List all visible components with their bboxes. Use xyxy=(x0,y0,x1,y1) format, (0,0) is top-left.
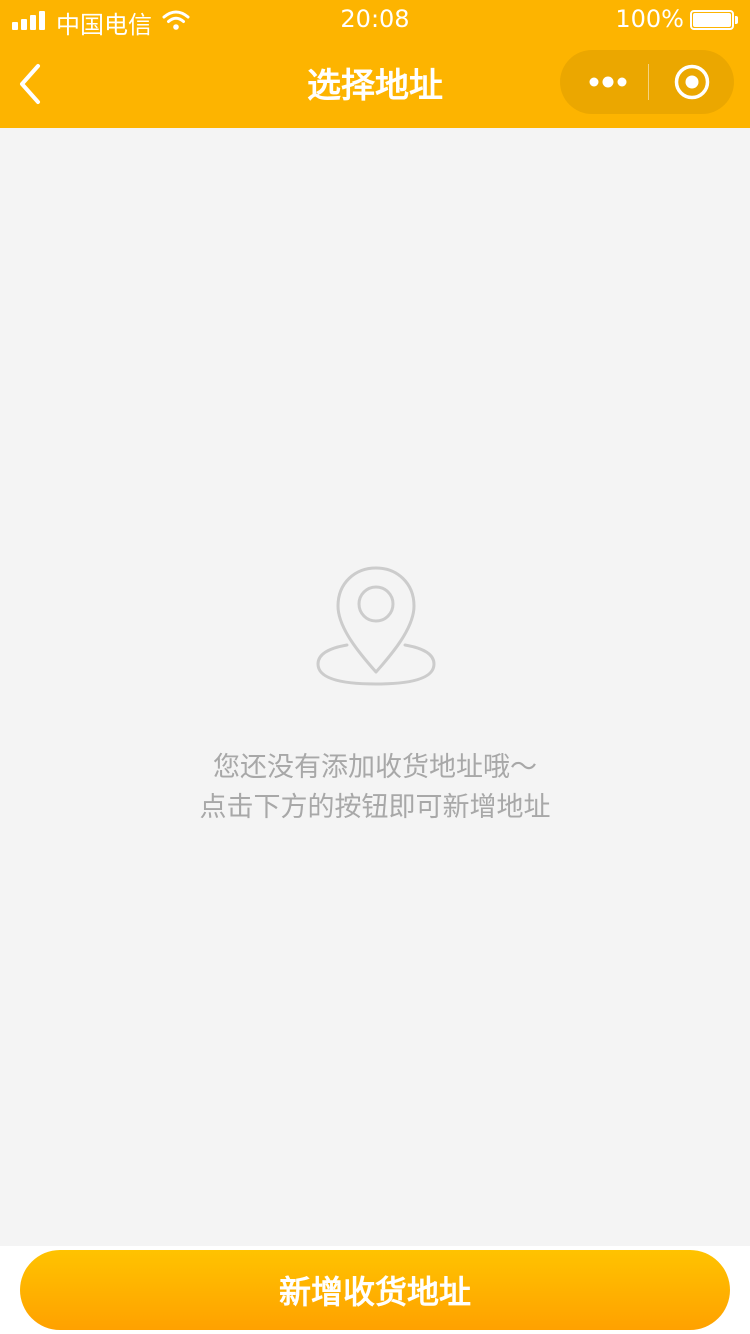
status-bar: 中国电信 20:08 100% xyxy=(0,0,750,40)
battery-icon xyxy=(690,10,738,30)
navigation-bar: 中国电信 20:08 100% 选择地址 xyxy=(0,0,750,128)
location-pin-icon xyxy=(316,566,436,686)
empty-state-message: 您还没有添加收货地址哦～ 点击下方的按钮即可新增地址 xyxy=(0,748,750,828)
capsule-divider xyxy=(648,64,649,100)
add-address-button[interactable]: 新增收货地址 xyxy=(20,1250,730,1330)
battery-percent: 100% xyxy=(615,5,684,33)
empty-state-line-2: 点击下方的按钮即可新增地址 xyxy=(199,792,551,823)
more-dots-icon[interactable] xyxy=(588,70,628,94)
empty-state-line-1: 您还没有添加收货地址哦～ xyxy=(213,752,537,783)
mini-program-capsule xyxy=(560,50,734,114)
target-circle-icon[interactable] xyxy=(674,64,710,100)
